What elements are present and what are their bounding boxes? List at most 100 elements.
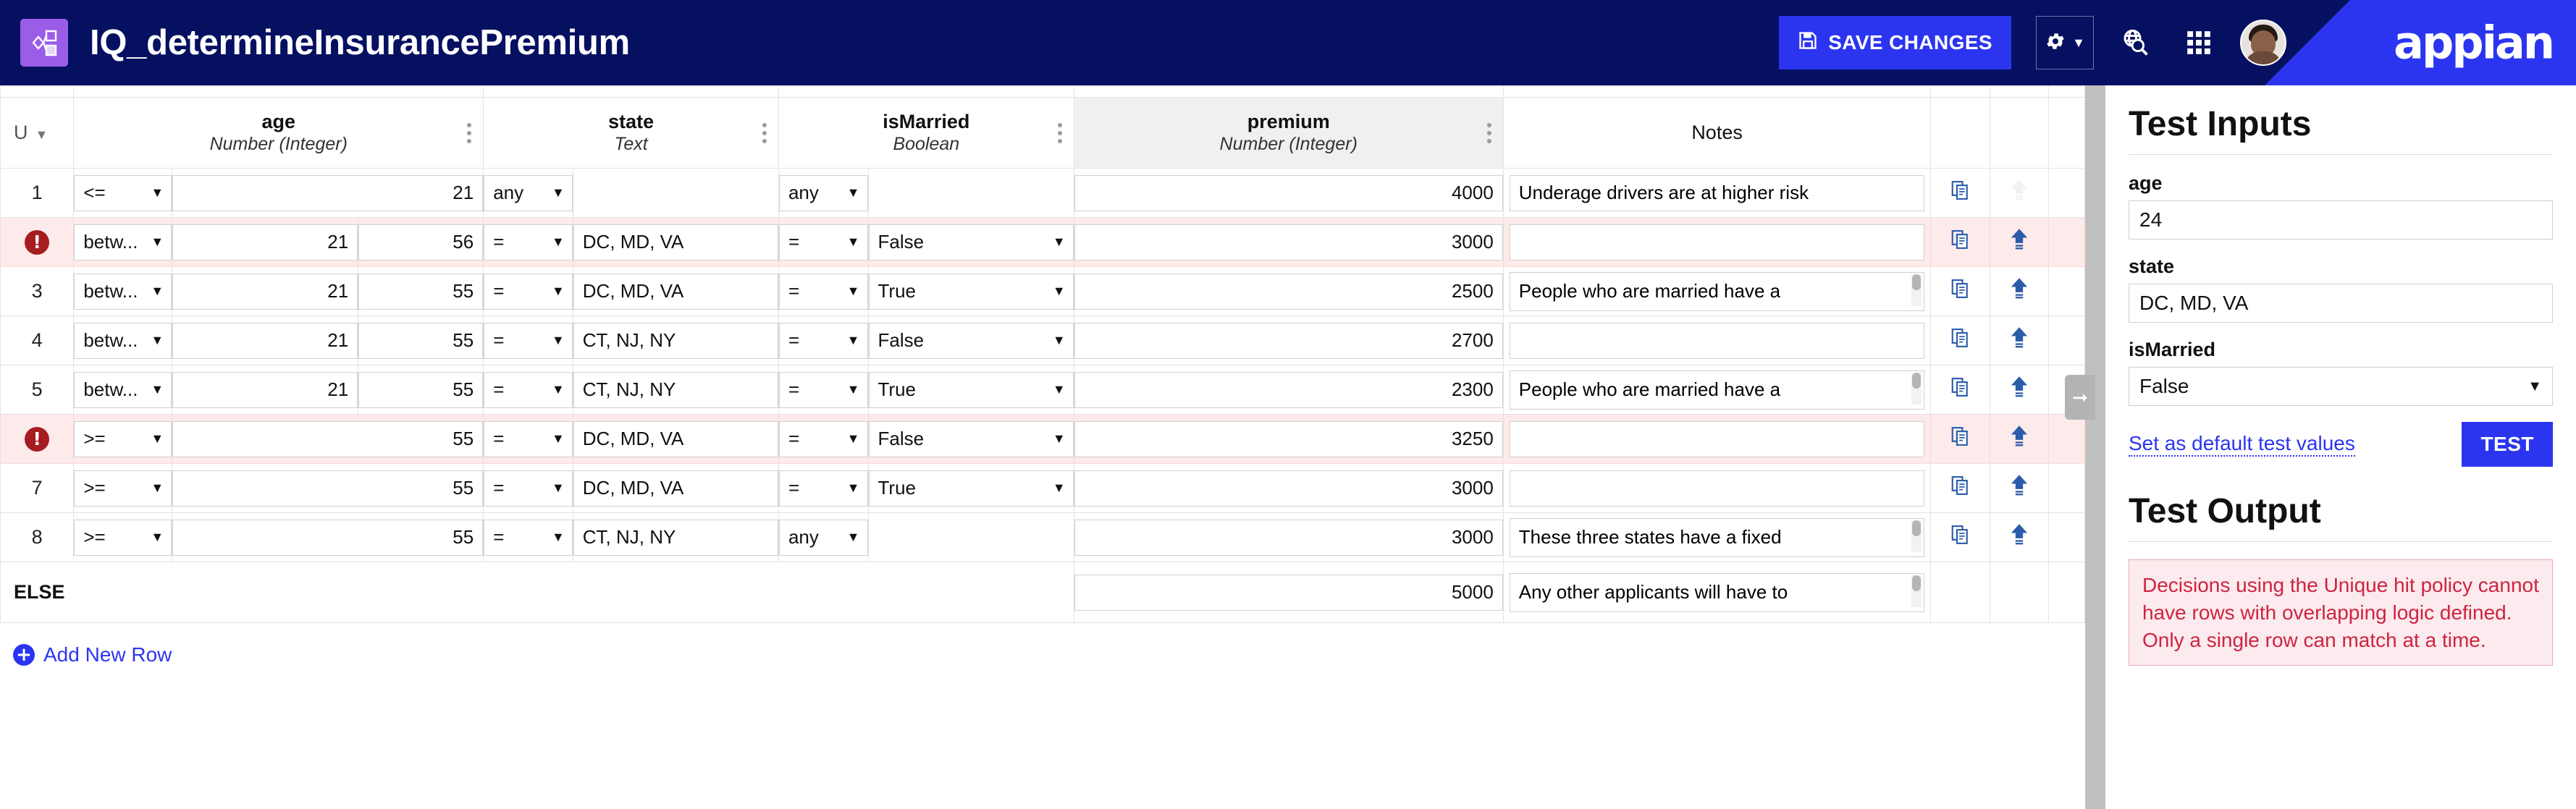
age-upper-input[interactable]: 55 — [358, 273, 484, 310]
age-upper-input[interactable]: 56 — [358, 224, 484, 261]
else-premium-input[interactable]: 5000 — [1074, 574, 1503, 611]
copy-row-icon[interactable] — [1950, 425, 1971, 452]
state-value-input[interactable]: CT, NJ, NY — [573, 519, 778, 556]
notes-input[interactable] — [1509, 322, 1925, 359]
age-lower-input[interactable]: 21 — [172, 224, 358, 261]
copy-row-icon[interactable] — [1950, 524, 1971, 551]
move-row-up-icon[interactable] — [2008, 326, 2030, 355]
ismarried-value-select[interactable]: False ▼ — [868, 420, 1074, 457]
notes-scrollbar[interactable] — [1911, 372, 1922, 404]
copy-row-icon[interactable] — [1950, 475, 1971, 501]
ismarried-value-select[interactable]: True ▼ — [868, 470, 1074, 507]
hit-policy-selector[interactable]: U ▼ — [0, 97, 75, 169]
age-value-input[interactable]: 21 — [172, 174, 484, 211]
ismarried-operator-select[interactable]: = ▼ — [778, 371, 868, 408]
ismarried-operator-select[interactable]: = ▼ — [778, 273, 868, 310]
state-operator-select[interactable]: any ▼ — [484, 174, 573, 211]
age-upper-input[interactable]: 55 — [358, 322, 484, 359]
user-avatar[interactable] — [2240, 20, 2286, 66]
column-menu-icon[interactable] — [762, 122, 767, 143]
notes-scrollbar[interactable] — [1911, 575, 1922, 607]
column-menu-icon[interactable] — [467, 122, 472, 143]
premium-input[interactable]: 3000 — [1074, 470, 1503, 507]
globe-search-icon[interactable] — [2113, 20, 2158, 65]
age-operator-select[interactable]: betw... ▼ — [74, 273, 172, 310]
state-operator-select[interactable]: = ▼ — [484, 470, 573, 507]
set-default-test-values-link[interactable]: Set as default test values — [2129, 432, 2355, 457]
save-changes-button[interactable]: SAVE CHANGES — [1779, 16, 2011, 69]
premium-input[interactable]: 2500 — [1074, 273, 1503, 310]
horizontal-scroll-rail[interactable]: ➞ — [2065, 85, 2105, 809]
notes-input[interactable] — [1509, 224, 1925, 261]
ismarried-value-select[interactable]: True ▼ — [868, 273, 1074, 310]
state-operator-select[interactable]: = ▼ — [484, 322, 573, 359]
age-lower-input[interactable]: 21 — [172, 322, 358, 359]
premium-input[interactable]: 2700 — [1074, 322, 1503, 359]
notes-input[interactable] — [1509, 470, 1925, 507]
ismarried-value-select[interactable]: False ▼ — [868, 224, 1074, 261]
copy-row-icon[interactable] — [1950, 229, 1971, 255]
copy-row-icon[interactable] — [1950, 376, 1971, 403]
age-operator-select[interactable]: >= ▼ — [74, 519, 172, 556]
notes-input[interactable]: People who are married have a — [1509, 271, 1925, 311]
ismarried-operator-select[interactable]: any ▼ — [778, 519, 868, 556]
scroll-right-arrow-icon[interactable]: ➞ — [2065, 375, 2095, 420]
notes-input[interactable]: These three states have a fixed — [1509, 517, 1925, 557]
state-value-input[interactable]: DC, MD, VA — [573, 273, 778, 310]
state-value-input[interactable]: CT, NJ, NY — [573, 371, 778, 408]
state-operator-select[interactable]: = ▼ — [484, 519, 573, 556]
move-row-up-icon[interactable] — [2008, 376, 2030, 404]
age-operator-select[interactable]: betw... ▼ — [74, 224, 172, 261]
ismarried-value-select[interactable]: False ▼ — [868, 322, 1074, 359]
ismarried-value-select[interactable]: True ▼ — [868, 371, 1074, 408]
state-operator-select[interactable]: = ▼ — [484, 420, 573, 457]
premium-input[interactable]: 3250 — [1074, 420, 1503, 457]
premium-input[interactable]: 4000 — [1074, 174, 1503, 211]
premium-input[interactable]: 2300 — [1074, 371, 1503, 408]
move-row-up-icon[interactable] — [2008, 425, 2030, 453]
state-value-input[interactable]: DC, MD, VA — [573, 470, 778, 507]
age-operator-select[interactable]: >= ▼ — [74, 470, 172, 507]
move-row-up-icon[interactable] — [2008, 277, 2030, 305]
ismarried-operator-select[interactable]: = ▼ — [778, 470, 868, 507]
error-exclamation-icon[interactable]: ! — [25, 229, 50, 255]
test-ismarried-select[interactable]: False ▼ — [2129, 367, 2553, 406]
age-operator-select[interactable]: <= ▼ — [74, 174, 172, 211]
state-value-input[interactable]: DC, MD, VA — [573, 420, 778, 457]
add-new-row-button[interactable]: + Add New Row — [0, 643, 2085, 666]
state-value-input[interactable]: CT, NJ, NY — [573, 322, 778, 359]
age-lower-input[interactable]: 21 — [172, 273, 358, 310]
ismarried-operator-select[interactable]: = ▼ — [778, 322, 868, 359]
age-upper-input[interactable]: 55 — [358, 371, 484, 408]
grid-apps-icon[interactable] — [2176, 20, 2221, 65]
premium-input[interactable]: 3000 — [1074, 519, 1503, 556]
copy-row-icon[interactable] — [1950, 278, 1971, 305]
notes-input[interactable] — [1509, 420, 1925, 457]
age-operator-select[interactable]: betw... ▼ — [74, 322, 172, 359]
move-row-up-icon[interactable] — [2008, 228, 2030, 256]
premium-input[interactable]: 3000 — [1074, 224, 1503, 261]
state-operator-select[interactable]: = ▼ — [484, 273, 573, 310]
column-menu-icon[interactable] — [1486, 122, 1491, 143]
state-operator-select[interactable]: = ▼ — [484, 371, 573, 408]
ismarried-operator-select[interactable]: = ▼ — [778, 224, 868, 261]
test-button[interactable]: TEST — [2462, 422, 2553, 467]
column-menu-icon[interactable] — [1057, 122, 1062, 143]
age-value-input[interactable]: 55 — [172, 519, 484, 556]
ismarried-operator-select[interactable]: = ▼ — [778, 420, 868, 457]
else-notes-input[interactable]: Any other applicants will have to — [1509, 572, 1925, 612]
settings-menu-button[interactable]: ▼ — [2036, 16, 2094, 69]
test-state-input[interactable]: DC, MD, VA — [2129, 284, 2553, 323]
age-lower-input[interactable]: 21 — [172, 371, 358, 408]
age-operator-select[interactable]: >= ▼ — [74, 420, 172, 457]
test-age-input[interactable]: 24 — [2129, 200, 2553, 240]
notes-scrollbar[interactable] — [1911, 520, 1922, 552]
ismarried-operator-select[interactable]: any ▼ — [778, 174, 868, 211]
state-operator-select[interactable]: = ▼ — [484, 224, 573, 261]
move-row-up-icon[interactable] — [2008, 523, 2030, 551]
notes-input[interactable]: Underage drivers are at higher risk — [1509, 174, 1925, 211]
move-row-up-icon[interactable] — [2008, 474, 2030, 502]
notes-input[interactable]: People who are married have a — [1509, 370, 1925, 410]
age-operator-select[interactable]: betw... ▼ — [74, 371, 172, 408]
copy-row-icon[interactable] — [1950, 179, 1971, 206]
